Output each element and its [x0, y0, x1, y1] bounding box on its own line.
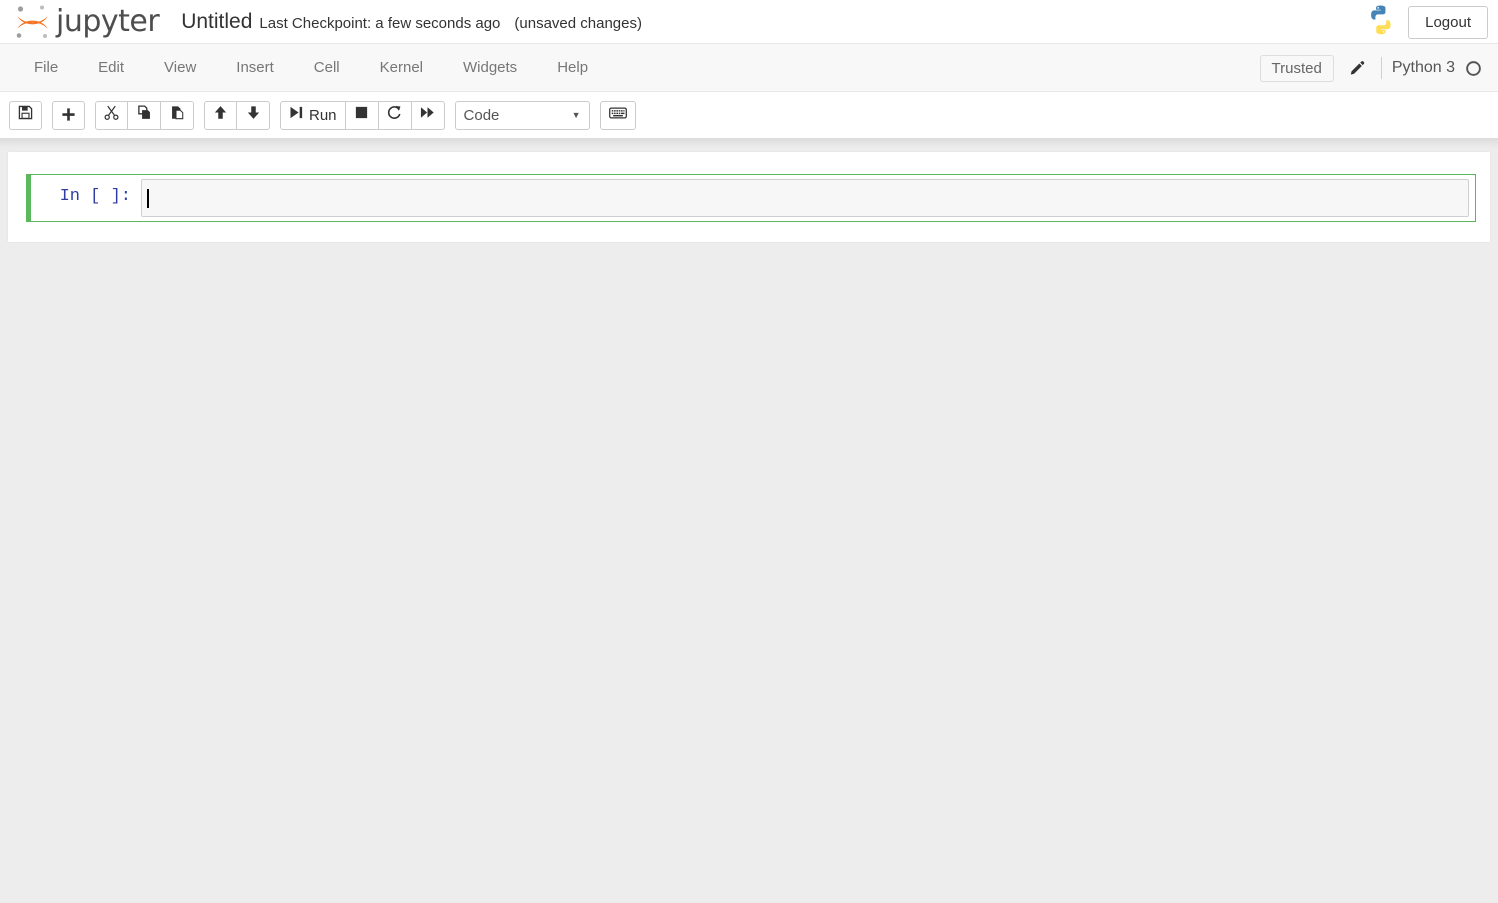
menu-items: File Edit View Insert Cell Kernel Widget…: [14, 46, 608, 89]
move-group: [204, 100, 270, 130]
restart-and-run-all-button[interactable]: [411, 100, 445, 130]
header-right-controls: Logout: [1364, 0, 1488, 44]
menu-file[interactable]: File: [14, 46, 78, 89]
last-checkpoint-label: Last Checkpoint: a few seconds ago: [259, 14, 501, 32]
jupyter-logo-link[interactable]: jupyter: [12, 0, 160, 44]
jupyter-logo-icon: [12, 2, 54, 42]
circle-idle-icon[interactable]: [1465, 60, 1482, 77]
save-group: [9, 100, 42, 130]
cell-type-value: Code: [463, 106, 500, 124]
menu-edit[interactable]: Edit: [78, 46, 144, 89]
fast-forward-icon: [420, 105, 435, 125]
chevron-down-icon: ▼: [571, 110, 581, 120]
jupyter-wordmark: jupyter: [56, 3, 160, 39]
menu-widgets[interactable]: Widgets: [443, 46, 537, 89]
menu-bar: File Edit View Insert Cell Kernel Widget…: [0, 44, 1498, 92]
text-cursor: [147, 188, 149, 208]
interrupt-kernel-button[interactable]: [345, 100, 379, 130]
plus-icon: [61, 107, 76, 124]
notebook-scroll-area: In [ ]:: [0, 152, 1498, 903]
insert-cell-below-button[interactable]: [52, 100, 85, 130]
cell-type-select[interactable]: Code ▼: [454, 100, 590, 130]
cut-button[interactable]: [95, 100, 128, 130]
run-group: Run: [280, 100, 445, 130]
menubar-divider: [1380, 57, 1382, 79]
edit-group: [95, 100, 194, 130]
insert-group: [52, 100, 85, 130]
notebook-container: In [ ]:: [8, 152, 1490, 242]
copy-icon: [137, 105, 152, 125]
python-logo-icon: [1364, 3, 1398, 42]
arrow-down-icon: [246, 105, 261, 125]
pencil-icon[interactable]: [1348, 60, 1365, 77]
run-button-label: Run: [309, 106, 337, 124]
step-forward-icon: [289, 105, 304, 125]
command-palette-button[interactable]: [599, 100, 636, 130]
logout-button[interactable]: Logout: [1408, 5, 1488, 39]
stop-square-icon: [354, 105, 369, 125]
toolbar-shadow-strip: [0, 138, 1498, 152]
keyboard-icon: [608, 106, 627, 125]
paste-icon: [170, 105, 185, 125]
arrow-up-icon: [213, 105, 228, 125]
move-cell-down-button[interactable]: [237, 100, 270, 130]
menubar-right-controls: Trusted Python 3: [1259, 44, 1488, 92]
kernel-name-label: Python 3: [1391, 59, 1455, 76]
page-header: jupyter Untitled Last Checkpoint: a few …: [0, 0, 1498, 44]
menu-kernel[interactable]: Kernel: [360, 46, 443, 89]
cell-prompt-label: In [ ]:: [59, 187, 131, 206]
keyboard-group: [599, 100, 636, 130]
cell-code-input[interactable]: [141, 179, 1469, 217]
menu-view[interactable]: View: [144, 46, 216, 89]
paste-button[interactable]: [161, 100, 194, 130]
move-cell-up-button[interactable]: [204, 100, 237, 130]
run-cell-button[interactable]: Run: [280, 100, 346, 130]
save-button[interactable]: [9, 100, 42, 130]
menu-insert[interactable]: Insert: [216, 46, 294, 89]
menu-cell[interactable]: Cell: [294, 46, 360, 89]
notebook-name[interactable]: Untitled: [181, 10, 252, 33]
copy-button[interactable]: [128, 100, 161, 130]
trusted-badge[interactable]: Trusted: [1259, 54, 1334, 82]
restart-kernel-button[interactable]: [378, 100, 412, 130]
save-status-label: (unsaved changes): [514, 14, 642, 32]
restart-circle-arrow-icon: [387, 105, 402, 125]
floppy-save-icon: [18, 105, 33, 125]
notebook-toolbar: Run Code ▼: [0, 92, 1498, 138]
code-cell[interactable]: In [ ]:: [26, 174, 1476, 222]
notebook-title-block: Untitled Last Checkpoint: a few seconds …: [181, 10, 642, 33]
menu-help[interactable]: Help: [537, 46, 608, 89]
scissors-cut-icon: [104, 105, 119, 125]
